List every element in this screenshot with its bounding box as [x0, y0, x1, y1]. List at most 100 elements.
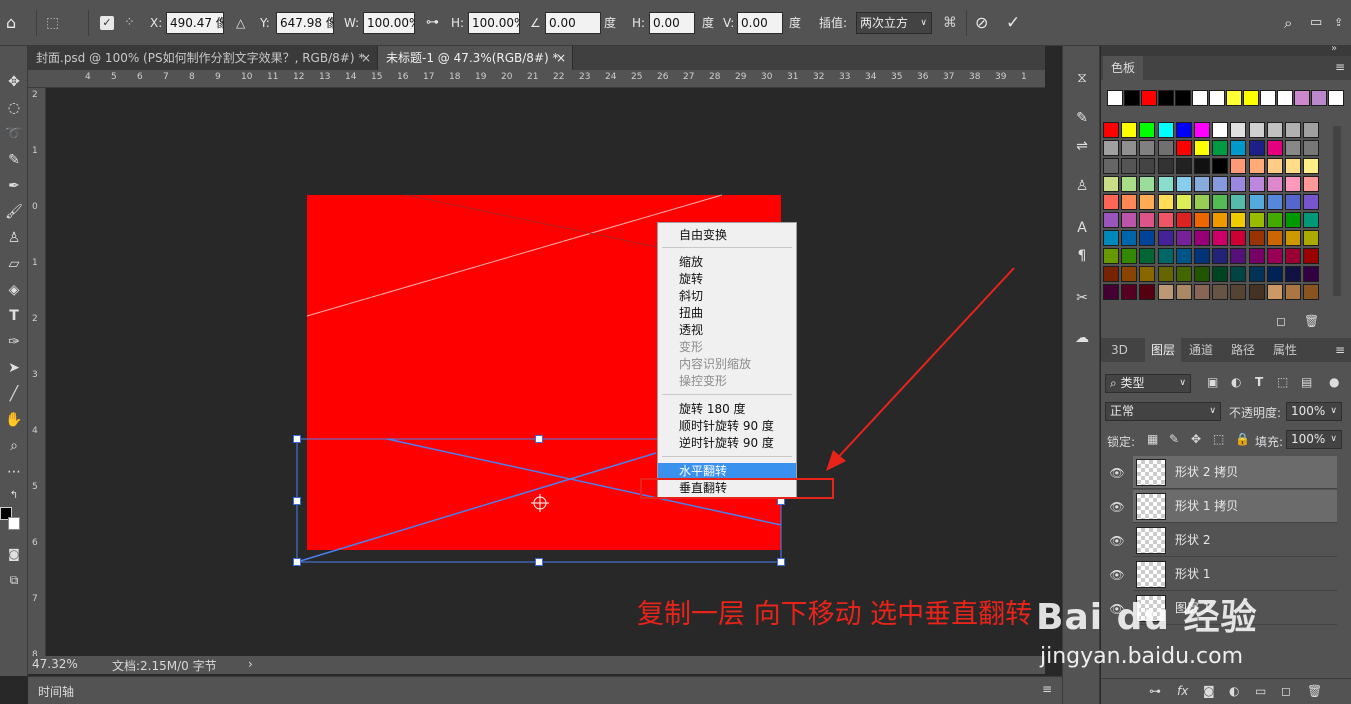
- swatch[interactable]: [1175, 284, 1192, 300]
- menu-item[interactable]: 透视: [658, 322, 796, 339]
- swatch[interactable]: [1285, 266, 1301, 282]
- swatch[interactable]: [1139, 266, 1156, 282]
- swatch[interactable]: [1285, 158, 1301, 174]
- swatch[interactable]: [1212, 266, 1229, 282]
- interp-select[interactable]: 两次立方 ∨: [856, 12, 932, 34]
- cancel-icon[interactable]: ⊘: [975, 12, 988, 34]
- swatch[interactable]: [1212, 122, 1229, 138]
- swatch[interactable]: [1103, 212, 1119, 228]
- swatch[interactable]: [1175, 176, 1192, 192]
- swatch[interactable]: [1212, 158, 1229, 174]
- transform-handle[interactable]: [535, 558, 543, 566]
- swatch[interactable]: [1158, 90, 1174, 106]
- swatch[interactable]: [1192, 90, 1208, 106]
- status-arrow-icon[interactable]: ›: [248, 657, 253, 671]
- swatch[interactable]: [1230, 212, 1247, 228]
- trash-icon[interactable]: 🗑: [1307, 684, 1322, 698]
- tab-cover-psd[interactable]: 封面.psd @ 100% (PS如何制作分割文字效果？, RGB/8#) * …: [28, 46, 378, 70]
- swatch[interactable]: [1285, 176, 1301, 192]
- swatch[interactable]: [1303, 158, 1320, 174]
- swatch[interactable]: [1175, 194, 1192, 210]
- tab-untitled[interactable]: 未标题-1 @ 47.3%(RGB/8#) * ×: [378, 46, 573, 70]
- adjustment-icon[interactable]: ◐: [1229, 684, 1239, 698]
- new-layer-icon[interactable]: ◻: [1281, 684, 1291, 698]
- swatch[interactable]: [1121, 176, 1138, 192]
- swatch[interactable]: [1303, 266, 1320, 282]
- swatch[interactable]: [1141, 90, 1157, 106]
- swatch[interactable]: [1230, 194, 1247, 210]
- eye-icon[interactable]: 👁: [1105, 490, 1129, 523]
- swatch[interactable]: [1139, 284, 1156, 300]
- filter-toggle-icon[interactable]: ●: [1329, 375, 1339, 389]
- swatch[interactable]: [1285, 122, 1301, 138]
- angle-field[interactable]: 0.00: [545, 12, 601, 34]
- swatch[interactable]: [1175, 122, 1192, 138]
- swatch[interactable]: [1121, 248, 1138, 264]
- swatch[interactable]: [1121, 212, 1138, 228]
- swatch[interactable]: [1230, 140, 1247, 156]
- swatch[interactable]: [1194, 176, 1210, 192]
- more-tools-icon[interactable]: ⋯: [0, 460, 28, 484]
- swatch[interactable]: [1248, 266, 1265, 282]
- swatch[interactable]: [1266, 122, 1283, 138]
- swatch[interactable]: [1175, 248, 1192, 264]
- home-icon[interactable]: ⌂: [6, 12, 16, 34]
- swatch[interactable]: [1248, 248, 1265, 264]
- swatch[interactable]: [1103, 284, 1119, 300]
- swatch[interactable]: [1230, 248, 1247, 264]
- libraries-icon[interactable]: ☁: [1068, 326, 1096, 350]
- transform-handle[interactable]: [293, 435, 301, 443]
- swatch[interactable]: [1103, 176, 1119, 192]
- eye-icon[interactable]: 👁: [1105, 524, 1129, 557]
- line-tool-icon[interactable]: ╱: [0, 382, 28, 406]
- swatch[interactable]: [1121, 266, 1138, 282]
- screen-mode-icon[interactable]: ⧉: [0, 568, 28, 592]
- tools-preset-icon[interactable]: ✂: [1068, 286, 1096, 310]
- swatch[interactable]: [1266, 212, 1283, 228]
- tab-swatches[interactable]: 色板: [1103, 56, 1143, 80]
- menu-item[interactable]: 旋转: [658, 271, 796, 288]
- swatch[interactable]: [1194, 266, 1210, 282]
- tab-properties[interactable]: 属性: [1273, 338, 1297, 362]
- panel-menu-icon[interactable]: ≡: [1335, 60, 1345, 74]
- swatch[interactable]: [1103, 158, 1119, 174]
- menu-item[interactable]: 缩放: [658, 254, 796, 271]
- swatch[interactable]: [1103, 140, 1119, 156]
- clone-source-icon[interactable]: ♙: [1068, 174, 1096, 198]
- filter-pixel-icon[interactable]: ▣: [1207, 375, 1218, 389]
- swatch[interactable]: [1212, 284, 1229, 300]
- swatch[interactable]: [1194, 158, 1210, 174]
- swatch[interactable]: [1230, 176, 1247, 192]
- swatch[interactable]: [1157, 284, 1174, 300]
- menu-item[interactable]: 操控变形: [658, 373, 796, 390]
- eyedropper-icon[interactable]: ✒: [0, 174, 28, 198]
- menu-item[interactable]: 内容识别缩放: [658, 356, 796, 373]
- opacity-field[interactable]: 100% ∨: [1286, 402, 1342, 421]
- eye-icon[interactable]: 👁: [1105, 558, 1129, 591]
- swatch[interactable]: [1103, 122, 1119, 138]
- swatch[interactable]: [1212, 248, 1229, 264]
- swatch[interactable]: [1248, 176, 1265, 192]
- layer-row[interactable]: 形状 1 拷贝: [1133, 490, 1337, 523]
- swatch[interactable]: [1230, 122, 1247, 138]
- swatch[interactable]: [1139, 158, 1156, 174]
- filter-type-icon[interactable]: T: [1255, 375, 1263, 389]
- folder-icon[interactable]: ▭: [1255, 684, 1266, 698]
- tab-channels[interactable]: 通道: [1189, 338, 1213, 362]
- lock-all-icon[interactable]: 🔒: [1235, 432, 1250, 446]
- swatch[interactable]: [1157, 230, 1174, 246]
- trash-icon[interactable]: 🗑: [1304, 314, 1319, 328]
- swatch[interactable]: [1248, 284, 1265, 300]
- swatch[interactable]: [1285, 230, 1301, 246]
- link-icon[interactable]: ⊶: [1149, 684, 1161, 698]
- swatch[interactable]: [1212, 140, 1229, 156]
- swatch[interactable]: [1139, 194, 1156, 210]
- transform-handle[interactable]: [293, 558, 301, 566]
- filter-adjust-icon[interactable]: ◐: [1231, 375, 1241, 389]
- close-icon[interactable]: ×: [556, 46, 566, 70]
- swatch[interactable]: [1230, 266, 1247, 282]
- share-icon[interactable]: ⇪: [1334, 12, 1343, 34]
- tab-3d[interactable]: 3D: [1111, 338, 1128, 362]
- swatch[interactable]: [1266, 248, 1283, 264]
- h-field[interactable]: 100.00%: [468, 12, 520, 34]
